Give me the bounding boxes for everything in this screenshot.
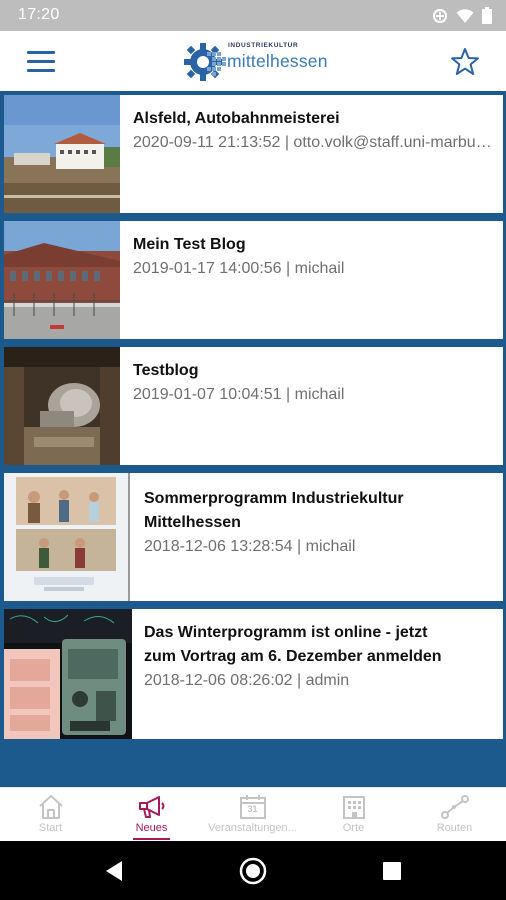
news-feed: Alsfeld, Autobahnmeisterei 2020-09-11 21… [0,91,506,787]
status-time: 17:20 [18,6,60,23]
post-meta: 2019-01-07 10:04:51 | michail [133,386,345,403]
bottom-navigation: Start Neues 31 Veranstaltungen... Orte R… [0,787,506,842]
post-thumbnail [4,221,120,339]
calendar-icon: 31 [239,794,267,820]
nav-start[interactable]: Start [0,788,101,842]
post-title: Testblog [133,362,199,379]
post-meta: 2018-12-06 08:26:02 | admin [144,672,350,689]
data-saver-icon [432,8,448,29]
post-meta: 2019-01-17 14:00:56 | michail [133,260,345,277]
app-logo: INDUSTRIEKULTUR mittelhessen [183,38,333,86]
battery-icon [482,7,492,29]
news-card[interactable]: Sommerprogramm Industriekultur Mittelhes… [4,473,503,601]
home-icon [37,794,65,820]
calendar-day: 31 [247,804,258,814]
nav-neues[interactable]: Neues [101,788,202,842]
news-card[interactable]: Alsfeld, Autobahnmeisterei 2020-09-11 21… [4,95,503,213]
building-icon [340,794,368,820]
post-title-line: Sommerprogramm Industriekultur [144,490,404,507]
news-card[interactable]: Mein Test Blog 2019-01-17 14:00:56 | mic… [4,221,503,339]
post-thumbnail [4,95,120,213]
post-title: Mein Test Blog [133,236,246,253]
news-card[interactable]: Testblog 2019-01-07 10:04:51 | michail [4,347,503,465]
logo-title: mittelhessen [227,51,328,71]
post-meta: 2020-09-11 21:13:52 | otto.volk@staff.un… [133,134,495,151]
post-title-line: Das Winterprogramm ist online - jetzt [144,624,428,641]
nav-veranstaltungen[interactable]: 31 Veranstaltungen... [202,788,303,842]
favorite-star-icon[interactable] [450,47,480,77]
menu-icon[interactable] [27,51,55,73]
post-thumbnail [4,347,120,465]
post-meta: 2018-12-06 13:28:54 | michail [144,538,356,555]
back-icon[interactable] [104,860,124,887]
logo-subtitle: INDUSTRIEKULTUR [228,42,299,49]
post-title-line: Mittelhessen [144,514,241,531]
nav-label: Start [38,822,63,834]
post-thumbnail [4,473,130,601]
nav-routen[interactable]: Routen [404,788,505,842]
post-title: Alsfeld, Autobahnmeisterei [133,110,340,127]
nav-orte[interactable]: Orte [303,788,404,842]
post-thumbnail [4,609,132,739]
home-button-icon[interactable] [239,857,267,890]
nav-label: Orte [342,822,365,834]
route-icon [440,794,470,820]
recents-icon[interactable] [383,862,401,885]
wifi-icon [456,8,474,29]
active-indicator [133,838,170,840]
nav-label: Routen [436,822,473,834]
system-navigation-bar [0,841,506,900]
nav-label: Neues [135,822,168,834]
status-bar: 17:20 [0,0,506,31]
news-card[interactable]: Das Winterprogramm ist online - jetzt zu… [4,609,503,739]
nav-label: Veranstaltungen... [208,822,297,834]
post-title-line: zum Vortrag am 6. Dezember anmelden [144,648,442,665]
megaphone-icon [137,794,167,820]
gear-logo-icon [184,43,226,81]
app-bar: INDUSTRIEKULTUR mittelhessen [0,31,506,91]
